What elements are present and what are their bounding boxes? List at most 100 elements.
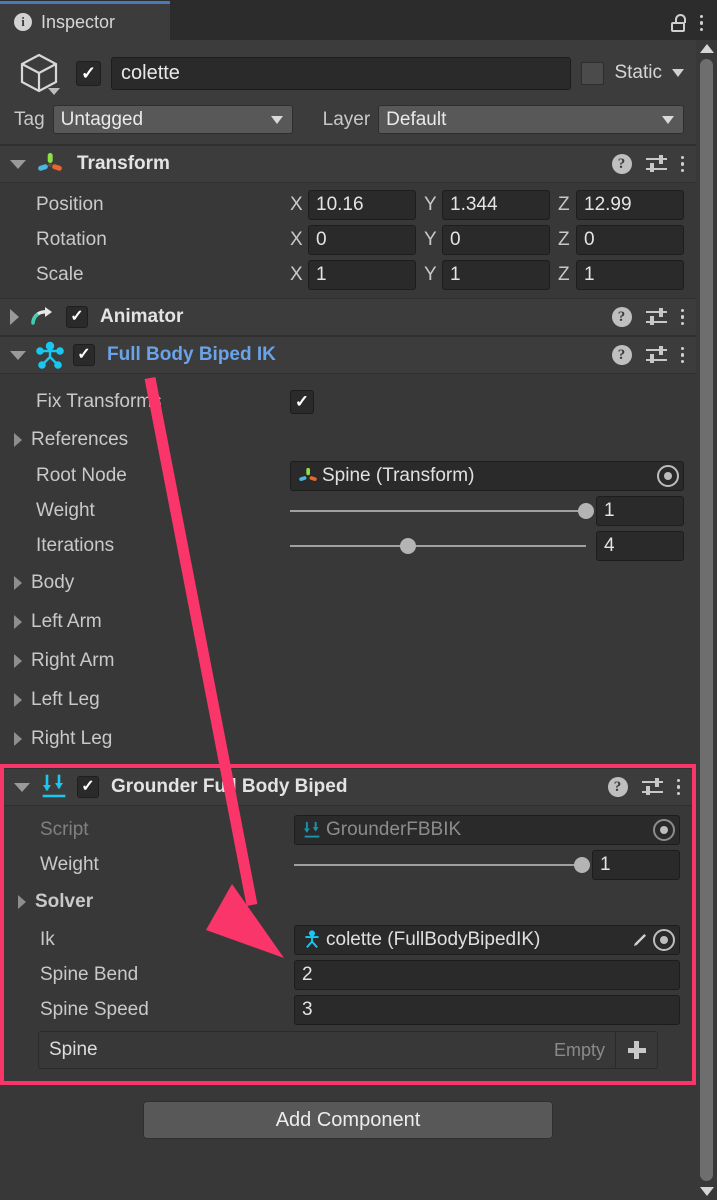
root-node-object-field[interactable]: Spine (Transform)	[290, 460, 684, 491]
add-component-button[interactable]: Add Component	[143, 1101, 553, 1139]
grounder-weight-slider[interactable]	[294, 856, 590, 873]
table-row: Fix Transforms ✓	[0, 382, 696, 422]
kebab-menu-icon[interactable]	[680, 155, 684, 173]
fix-transforms-checkbox[interactable]: ✓	[290, 390, 314, 414]
component-header-grounder-full-body-biped[interactable]: Grounder Full Body Biped ?	[4, 768, 692, 806]
rotation-y-input[interactable]: 0	[442, 224, 550, 255]
animator-enabled-checkbox[interactable]	[66, 306, 88, 328]
rotation-z-input[interactable]: 0	[576, 224, 684, 255]
help-icon[interactable]: ?	[607, 777, 628, 797]
table-row: Spine Speed 3	[4, 992, 692, 1027]
axis-label-z: Z	[558, 263, 570, 285]
gameobject-name-input[interactable]: colette	[111, 56, 572, 90]
component-header-transform[interactable]: Transform ?	[0, 145, 696, 183]
rotation-x-input[interactable]: 0	[308, 224, 416, 255]
iterations-input[interactable]: 4	[596, 530, 684, 561]
help-icon[interactable]: ?	[611, 154, 632, 174]
foldout-arrow-icon[interactable]	[14, 433, 22, 447]
cube-icon[interactable]	[14, 49, 66, 97]
kebab-menu-icon[interactable]	[680, 346, 684, 364]
component-title[interactable]: Full Body Biped IK	[107, 344, 276, 366]
weight-slider[interactable]	[290, 502, 594, 519]
static-checkbox[interactable]	[581, 61, 605, 85]
row-label: References	[31, 429, 129, 450]
kebab-menu-icon[interactable]	[676, 778, 680, 796]
table-row: Weight 1	[0, 493, 696, 528]
foldout-arrow-icon[interactable]	[14, 692, 22, 707]
list-row-label: Spine	[49, 1039, 98, 1060]
plus-icon[interactable]	[615, 1032, 657, 1068]
scrollbar-thumb[interactable]	[700, 59, 713, 1181]
list-item[interactable]: Right Arm	[0, 641, 696, 680]
row-label: Solver	[35, 891, 94, 912]
position-y-input[interactable]: 1.344	[442, 189, 550, 220]
row-label: Iterations	[36, 534, 115, 556]
foldout-arrow-icon[interactable]	[18, 895, 26, 909]
weight-input[interactable]: 1	[596, 495, 684, 526]
list-item[interactable]: Solver	[4, 882, 692, 922]
chevron-down-icon	[270, 115, 283, 124]
kebab-menu-icon[interactable]	[699, 14, 703, 32]
tab-label: Inspector	[41, 11, 116, 32]
preset-settings-icon[interactable]	[645, 155, 667, 173]
row-label: Right Leg	[31, 727, 113, 749]
component-header-animator[interactable]: Animator ?	[0, 298, 696, 336]
foldout-arrow-icon[interactable]	[14, 653, 22, 668]
component-title: Grounder Full Body Biped	[111, 776, 348, 797]
list-item[interactable]: Left Arm	[0, 602, 696, 641]
row-label: Body	[31, 571, 75, 593]
list-item[interactable]: Body	[0, 563, 696, 602]
foldout-arrow-icon[interactable]	[14, 782, 30, 792]
edit-pencil-icon[interactable]	[630, 930, 650, 950]
layer-dropdown[interactable]: Default	[378, 105, 684, 134]
preset-settings-icon[interactable]	[641, 778, 663, 796]
help-icon[interactable]: ?	[611, 307, 632, 327]
iterations-slider[interactable]	[290, 537, 586, 554]
preset-settings-icon[interactable]	[645, 346, 667, 364]
foldout-arrow-icon[interactable]	[10, 350, 26, 360]
axis-label-x: X	[290, 263, 303, 285]
scroll-down-arrow-icon[interactable]	[699, 1187, 714, 1196]
list-item[interactable]: Right Leg	[0, 719, 696, 758]
foldout-arrow-icon[interactable]	[10, 159, 26, 169]
help-icon[interactable]: ?	[611, 345, 632, 365]
scale-z-input[interactable]: 1	[576, 259, 684, 290]
row-label: Script	[40, 818, 89, 840]
position-z-input[interactable]: 12.99	[576, 189, 684, 220]
fbbik-enabled-checkbox[interactable]	[73, 344, 95, 366]
spine-speed-input[interactable]: 3	[294, 994, 680, 1025]
lock-icon[interactable]	[670, 14, 686, 32]
object-picker-icon[interactable]	[657, 464, 679, 487]
foldout-arrow-icon[interactable]	[10, 309, 19, 325]
foldout-arrow-icon[interactable]	[14, 614, 22, 629]
spine-bend-input[interactable]: 2	[294, 959, 680, 990]
chevron-down-icon	[662, 115, 674, 124]
scroll-up-arrow-icon[interactable]	[699, 44, 714, 53]
foldout-arrow-icon[interactable]	[14, 731, 22, 746]
row-label: Ik	[40, 928, 55, 950]
grounder-enabled-checkbox[interactable]	[77, 776, 99, 798]
row-label: Root Node	[36, 464, 127, 486]
object-picker-icon[interactable]	[653, 928, 675, 951]
preset-settings-icon[interactable]	[645, 308, 667, 326]
position-x-input[interactable]: 10.16	[308, 189, 416, 220]
spine-list-row[interactable]: Spine Empty	[38, 1031, 658, 1069]
tab-inspector[interactable]: i Inspector	[0, 1, 170, 40]
gameobject-enabled-checkbox[interactable]	[76, 60, 101, 86]
grounder-weight-input[interactable]: 1	[592, 849, 680, 880]
ik-object-field[interactable]: colette (FullBodyBipedIK)	[294, 924, 680, 955]
tag-dropdown[interactable]: Untagged	[52, 105, 293, 134]
inspector-tab-strip: i Inspector	[0, 0, 717, 40]
scale-x-input[interactable]: 1	[308, 259, 416, 290]
foldout-arrow-icon[interactable]	[14, 575, 22, 590]
kebab-menu-icon[interactable]	[680, 308, 684, 326]
table-row: Spine Bend 2	[4, 957, 692, 992]
list-item[interactable]: References	[0, 422, 696, 458]
static-dropdown-chevron-icon[interactable]	[672, 69, 684, 77]
info-icon: i	[14, 13, 32, 31]
axis-label-z: Z	[558, 228, 570, 250]
list-item[interactable]: Left Leg	[0, 680, 696, 719]
component-header-full-body-biped-ik[interactable]: Full Body Biped IK ?	[0, 336, 696, 374]
vertical-scrollbar[interactable]	[696, 40, 717, 1200]
scale-y-input[interactable]: 1	[442, 259, 550, 290]
